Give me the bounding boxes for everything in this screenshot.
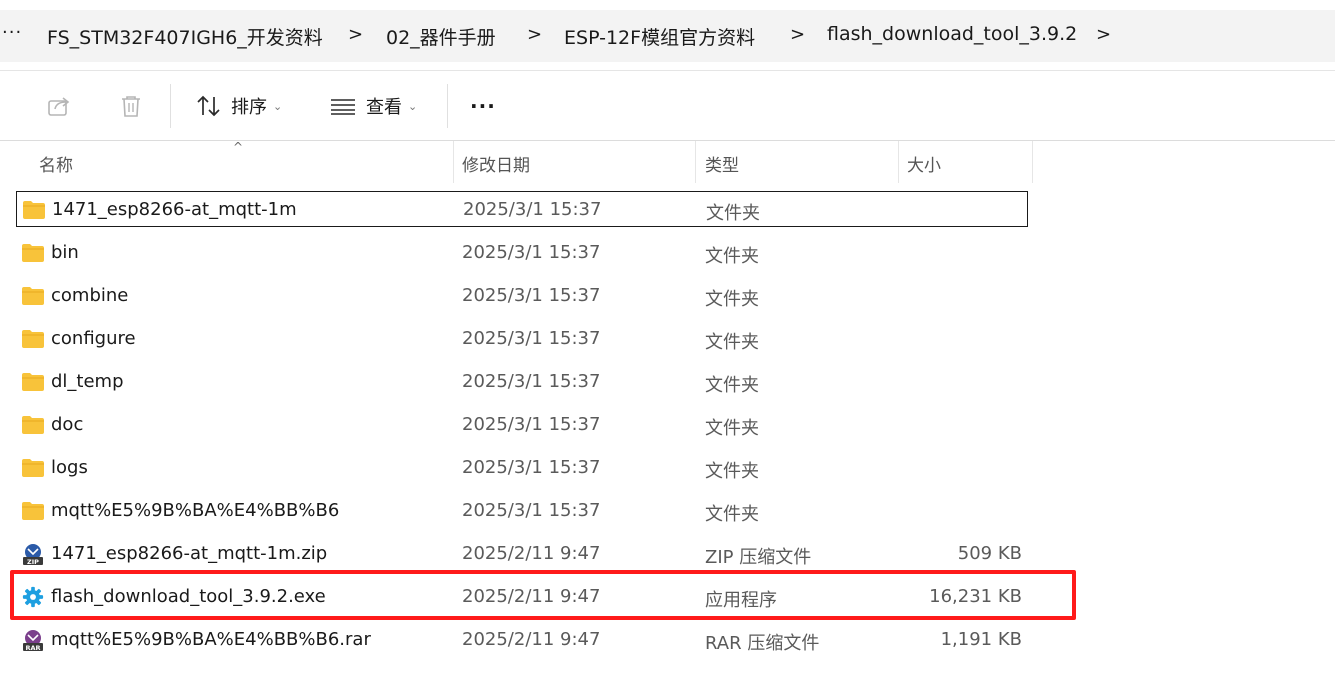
chevron-down-icon: ⌄ <box>408 99 418 113</box>
file-name: 1471_esp8266-at_mqtt-1m <box>52 199 297 220</box>
toolbar: 排序 ⌄ 查看 ⌄ ··· <box>0 72 1335 140</box>
folder-icon <box>22 330 44 348</box>
chevron-right-icon[interactable]: > <box>1096 24 1111 45</box>
file-name: 1471_esp8266-at_mqtt-1m.zip <box>51 543 328 564</box>
rar-icon: RAR <box>23 630 43 651</box>
file-row[interactable]: configure 2025/3/1 15:37 文件夹 <box>16 321 1028 357</box>
breadcrumb: ··· FS_STM32F407IGH6_开发资料 > 02_器件手册 > ES… <box>0 10 1335 62</box>
file-row[interactable]: 1471_esp8266-at_mqtt-1m 2025/3/1 15:37 文… <box>16 191 1028 227</box>
breadcrumb-more-button[interactable]: ··· <box>2 22 22 43</box>
file-row[interactable]: logs 2025/3/1 15:37 文件夹 <box>16 450 1028 486</box>
file-name: dl_temp <box>51 371 124 392</box>
file-date: 2025/3/1 15:37 <box>462 457 601 478</box>
folder-icon <box>23 201 45 219</box>
file-type: ZIP 压缩文件 <box>705 547 812 568</box>
file-date: 2025/2/11 9:47 <box>462 543 601 564</box>
delete-button[interactable] <box>118 90 144 122</box>
chevron-right-icon[interactable]: > <box>527 24 542 45</box>
file-date: 2025/3/1 15:37 <box>462 371 601 392</box>
file-name: logs <box>51 457 88 478</box>
sort-icon <box>197 95 220 117</box>
column-divider[interactable] <box>1032 141 1033 183</box>
file-type: RAR 压缩文件 <box>705 633 820 654</box>
view-label: 查看 <box>366 97 402 118</box>
toolbar-separator <box>170 84 171 128</box>
folder-icon <box>22 287 44 305</box>
column-divider[interactable] <box>695 141 696 183</box>
column-divider[interactable] <box>898 141 899 183</box>
chevron-down-icon: ⌄ <box>273 99 283 113</box>
folder-icon <box>22 416 44 434</box>
column-header-date[interactable]: 修改日期 <box>462 151 530 176</box>
column-divider[interactable] <box>453 141 454 183</box>
file-date: 2025/3/1 15:37 <box>462 242 601 263</box>
column-header-name[interactable]: 名称 <box>39 151 73 176</box>
file-name: mqtt%E5%9B%BA%E4%BB%B6.rar <box>51 629 371 650</box>
column-header-type[interactable]: 类型 <box>705 151 739 176</box>
folder-icon <box>22 459 44 477</box>
breadcrumb-item-device-manuals[interactable]: 02_器件手册 <box>386 23 496 50</box>
share-icon <box>48 97 70 116</box>
file-row[interactable]: combine 2025/3/1 15:37 文件夹 <box>16 278 1028 314</box>
breadcrumb-item-dev-docs[interactable]: FS_STM32F407IGH6_开发资料 <box>47 23 323 50</box>
file-name: bin <box>51 242 79 263</box>
file-size: 509 KB <box>957 543 1022 564</box>
file-name: configure <box>51 328 136 349</box>
file-type: 文件夹 <box>705 246 759 267</box>
file-row[interactable]: RAR mqtt%E5%9B%BA%E4%BB%B6.rar 2025/2/11… <box>16 622 1028 658</box>
file-type: 文件夹 <box>706 203 760 224</box>
file-type: 文件夹 <box>705 332 759 353</box>
toolbar-separator <box>447 84 448 128</box>
file-type: 文件夹 <box>705 375 759 396</box>
file-size: 1,191 KB <box>940 629 1022 650</box>
trash-icon <box>122 96 140 117</box>
column-header-size[interactable]: 大小 <box>907 151 941 176</box>
file-type: 文件夹 <box>705 289 759 310</box>
file-type: 文件夹 <box>705 504 759 525</box>
more-options-button[interactable]: ··· <box>470 90 496 122</box>
folder-icon <box>22 373 44 391</box>
share-button[interactable] <box>46 90 72 122</box>
view-button[interactable]: 查看 ⌄ <box>329 90 417 122</box>
breadcrumb-item-esp12f[interactable]: ESP-12F模组官方资料 <box>564 23 755 50</box>
file-row[interactable]: doc 2025/3/1 15:37 文件夹 <box>16 407 1028 443</box>
file-type: 文件夹 <box>705 461 759 482</box>
file-name: mqtt%E5%9B%BA%E4%BB%B6 <box>51 500 340 521</box>
column-header-row: 名称 修改日期 类型 大小 <box>0 141 1335 183</box>
file-row[interactable]: ZIP 1471_esp8266-at_mqtt-1m.zip 2025/2/1… <box>16 536 1028 572</box>
file-row[interactable]: dl_temp 2025/3/1 15:37 文件夹 <box>16 364 1028 400</box>
file-date: 2025/3/1 15:37 <box>462 285 601 306</box>
divider <box>0 70 1335 71</box>
sort-button[interactable]: 排序 ⌄ <box>195 90 282 122</box>
folder-icon <box>22 244 44 262</box>
svg-text:ZIP: ZIP <box>27 558 39 565</box>
file-name: doc <box>51 414 84 435</box>
file-date: 2025/2/11 9:47 <box>462 629 601 650</box>
file-type: 文件夹 <box>705 418 759 439</box>
zip-icon: ZIP <box>23 544 43 565</box>
svg-text:RAR: RAR <box>25 644 40 651</box>
file-row[interactable]: bin 2025/3/1 15:37 文件夹 <box>16 235 1028 271</box>
chevron-right-icon[interactable]: > <box>348 24 363 45</box>
file-date: 2025/3/1 15:37 <box>463 199 602 220</box>
view-list-icon <box>331 99 355 115</box>
file-date: 2025/3/1 15:37 <box>462 328 601 349</box>
breadcrumb-item-flash-tool[interactable]: flash_download_tool_3.9.2 <box>827 23 1077 45</box>
chevron-right-icon[interactable]: > <box>790 24 805 45</box>
file-date: 2025/3/1 15:37 <box>462 500 601 521</box>
folder-icon <box>22 502 44 520</box>
file-date: 2025/3/1 15:37 <box>462 414 601 435</box>
sort-label: 排序 <box>231 97 267 118</box>
highlight-annotation-box <box>10 570 1076 620</box>
file-row[interactable]: mqtt%E5%9B%BA%E4%BB%B6 2025/3/1 15:37 文件… <box>16 493 1028 529</box>
file-name: combine <box>51 285 129 306</box>
